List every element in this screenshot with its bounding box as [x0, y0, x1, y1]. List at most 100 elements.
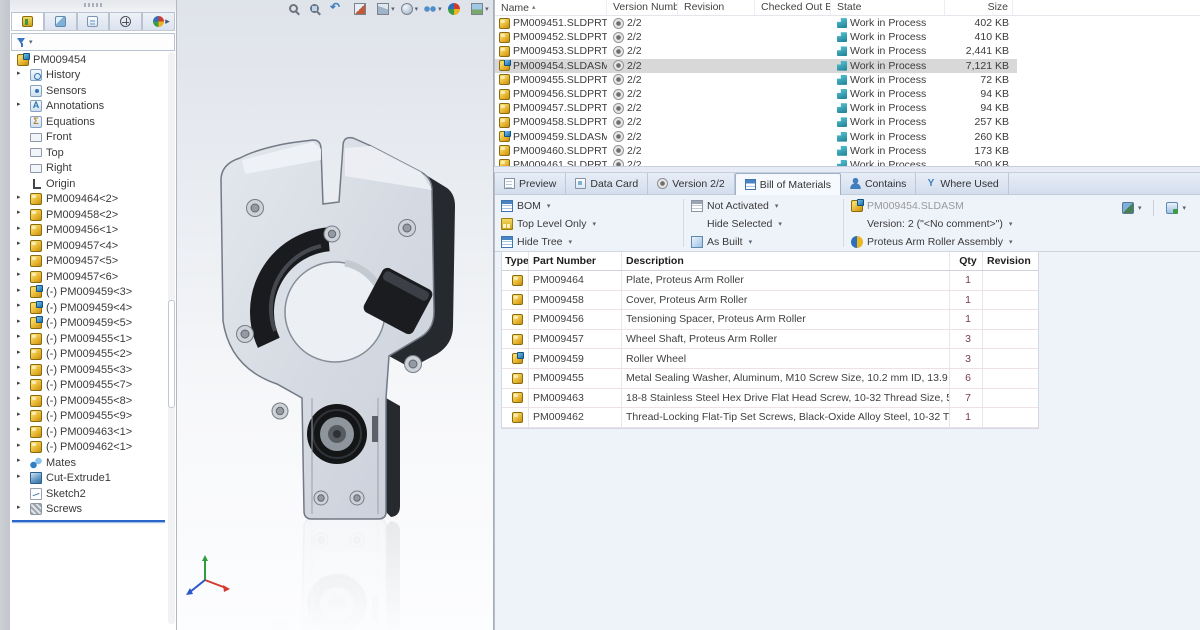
heads-up-toolbar-button[interactable]: ▾ [471, 3, 489, 15]
expand-arrow-icon[interactable]: ▸ [17, 472, 21, 480]
bom-toolbar-button[interactable]: Version: 2 ("<No comment>") ▾ [851, 215, 1012, 233]
expand-arrow-icon[interactable]: ▸ [17, 348, 21, 356]
bom-toolbar-button[interactable]: Hide Tree ▾ [501, 233, 596, 251]
featuremanager-tab[interactable] [109, 12, 142, 30]
expand-arrow-icon[interactable]: ▸ [17, 317, 21, 325]
bom-column-revision[interactable]: Revision [983, 252, 1038, 270]
tree-item[interactable]: ▸ PM009457<4> [10, 238, 167, 254]
featuremanager-tab[interactable] [77, 12, 110, 30]
bom-row[interactable]: PM009462 Thread-Locking Flat-Tip Set Scr… [502, 408, 1038, 428]
bom-column-description[interactable]: Description [622, 252, 950, 270]
detail-tab[interactable]: Bill of Materials [735, 173, 841, 195]
file-row[interactable]: PM009453.SLDPRT 2/2 Work in Process 2,44… [495, 44, 1200, 58]
bom-row[interactable]: PM009459 Roller Wheel 3 [502, 349, 1038, 369]
tree-item[interactable]: ▸ PM009464<2> [10, 192, 167, 208]
bom-toolbar-button[interactable]: Not Activated ▾ [691, 197, 782, 215]
tree-item[interactable]: ▸ Top [10, 145, 167, 161]
heads-up-toolbar-button[interactable]: ▾ [310, 4, 325, 13]
bom-toolbar-button[interactable]: Top Level Only ▾ [501, 215, 596, 233]
heads-up-toolbar-button[interactable]: ▾ [289, 4, 304, 13]
expand-arrow-icon[interactable]: ▸ [17, 441, 21, 449]
heads-up-toolbar-button[interactable]: ▾ [424, 3, 442, 15]
tree-item[interactable]: ▸ Annotations [10, 99, 167, 115]
graphics-viewport[interactable]: ▾ ▾ ▾ ▾ ▾ ▾ [177, 0, 494, 630]
tree-item[interactable]: ▸ (-) PM009455<1> [10, 331, 167, 347]
heads-up-toolbar-button[interactable]: ▾ [401, 3, 419, 15]
bom-row[interactable]: PM009457 Wheel Shaft, Proteus Arm Roller… [502, 330, 1038, 350]
file-row[interactable]: PM009461.SLDPRT 2/2 Work in Process 500 … [495, 158, 1200, 166]
expand-arrow-icon[interactable]: ▸ [17, 255, 21, 263]
bom-row[interactable]: PM009458 Cover, Proteus Arm Roller 1 [502, 291, 1038, 311]
tree-scrollbar[interactable] [168, 52, 175, 624]
panel-grip-handle[interactable] [84, 3, 102, 7]
column-header-revision[interactable]: Revision [678, 0, 755, 15]
expand-arrow-icon[interactable]: ▸ [17, 379, 21, 387]
column-header-name[interactable]: Name▴ [495, 0, 607, 15]
detail-tab[interactable]: Version 2/2 [648, 173, 735, 194]
bom-toolbar-button[interactable]: Hide Selected ▾ [691, 215, 782, 233]
tree-root-item[interactable]: PM009454 [10, 52, 167, 68]
file-row[interactable]: PM009459.SLDASM 2/2 Work in Process 260 … [495, 130, 1200, 144]
expand-arrow-icon[interactable]: ▸ [17, 425, 21, 433]
horizontal-splitter[interactable] [494, 166, 1200, 173]
tree-item[interactable]: ▸ (-) PM009459<3> [10, 285, 167, 301]
featuremanager-tab[interactable] [11, 12, 44, 30]
tree-item[interactable]: ▸ (-) PM009455<8> [10, 393, 167, 409]
file-row[interactable]: PM009455.SLDPRT 2/2 Work in Process 72 K… [495, 73, 1200, 87]
rollback-bar[interactable] [12, 520, 165, 522]
export-bom-button[interactable]: ▾ [1166, 202, 1186, 214]
tree-item[interactable]: ▸ (-) PM009459<4> [10, 300, 167, 316]
heads-up-toolbar-button[interactable]: ▾ [330, 3, 348, 15]
heads-up-toolbar-button[interactable]: ▾ [448, 3, 466, 15]
heads-up-toolbar-button[interactable]: ▾ [354, 3, 372, 15]
tree-filter[interactable]: ▾ [11, 33, 175, 51]
tree-item[interactable]: ▸ PM009458<2> [10, 207, 167, 223]
file-row[interactable]: PM009454.SLDASM 2/2 Work in Process 7,12… [495, 59, 1200, 73]
column-header-size[interactable]: Size [945, 0, 1013, 15]
tree-item[interactable]: ▸ PM009456<1> [10, 223, 167, 239]
tree-item[interactable]: ▸ Mates [10, 455, 167, 471]
file-row[interactable]: PM009460.SLDPRT 2/2 Work in Process 173 … [495, 144, 1200, 158]
bom-row[interactable]: PM009456 Tensioning Spacer, Proteus Arm … [502, 310, 1038, 330]
expand-arrow-icon[interactable]: ▸ [17, 503, 21, 511]
tree-item[interactable]: ▸ Cut-Extrude1 [10, 471, 167, 487]
bom-column-type[interactable]: Type [502, 252, 529, 270]
tree-item[interactable]: ▸ Sketch2 [10, 486, 167, 502]
tree-item[interactable]: ▸ History [10, 68, 167, 84]
detail-tab[interactable]: Where Used [916, 173, 1008, 194]
bom-toolbar-button[interactable]: BOM ▾ [501, 197, 596, 215]
tree-item[interactable]: ▸ (-) PM009459<5> [10, 316, 167, 332]
column-header-version[interactable]: Version Number [607, 0, 678, 15]
file-row[interactable]: PM009457.SLDPRT 2/2 Work in Process 94 K… [495, 101, 1200, 115]
column-header-state[interactable]: State [831, 0, 945, 15]
tree-item[interactable]: ▸ Equations [10, 114, 167, 130]
tree-scrollbar-thumb[interactable] [168, 300, 175, 408]
tree-item[interactable]: ▸ Front [10, 130, 167, 146]
file-row[interactable]: PM009456.SLDPRT 2/2 Work in Process 94 K… [495, 87, 1200, 101]
filter-dropdown-caret[interactable]: ▾ [29, 38, 33, 46]
expand-tabs-chevron[interactable]: ▸ [160, 13, 175, 30]
bom-toolbar-button[interactable]: As Built ▾ [691, 233, 782, 251]
tree-item[interactable]: ▸ PM009457<6> [10, 269, 167, 285]
detail-tab[interactable]: Contains [841, 173, 916, 194]
tree-item[interactable]: ▸ (-) PM009455<9> [10, 409, 167, 425]
expand-arrow-icon[interactable]: ▸ [17, 301, 21, 309]
expand-arrow-icon[interactable]: ▸ [17, 69, 21, 77]
expand-arrow-icon[interactable]: ▸ [17, 239, 21, 247]
expand-arrow-icon[interactable]: ▸ [17, 332, 21, 340]
expand-arrow-icon[interactable]: ▸ [17, 286, 21, 294]
tree-item[interactable]: ▸ Sensors [10, 83, 167, 99]
column-header-checked-out-by[interactable]: Checked Out By [755, 0, 831, 15]
expand-arrow-icon[interactable]: ▸ [17, 270, 21, 278]
file-row[interactable]: PM009452.SLDPRT 2/2 Work in Process 410 … [495, 30, 1200, 44]
tree-item[interactable]: ▸ (-) PM009455<3> [10, 362, 167, 378]
tree-item[interactable]: ▸ (-) PM009455<7> [10, 378, 167, 394]
tree-item[interactable]: ▸ (-) PM009463<1> [10, 424, 167, 440]
featuremanager-tab[interactable] [44, 12, 77, 30]
bom-toolbar-button[interactable]: Proteus Arm Roller Assembly ▾ [851, 233, 1012, 251]
tree-item[interactable]: ▸ PM009457<5> [10, 254, 167, 270]
expand-arrow-icon[interactable]: ▸ [17, 100, 21, 108]
expand-arrow-icon[interactable]: ▸ [17, 456, 21, 464]
file-row[interactable]: PM009458.SLDPRT 2/2 Work in Process 257 … [495, 115, 1200, 129]
expand-arrow-icon[interactable]: ▸ [17, 394, 21, 402]
